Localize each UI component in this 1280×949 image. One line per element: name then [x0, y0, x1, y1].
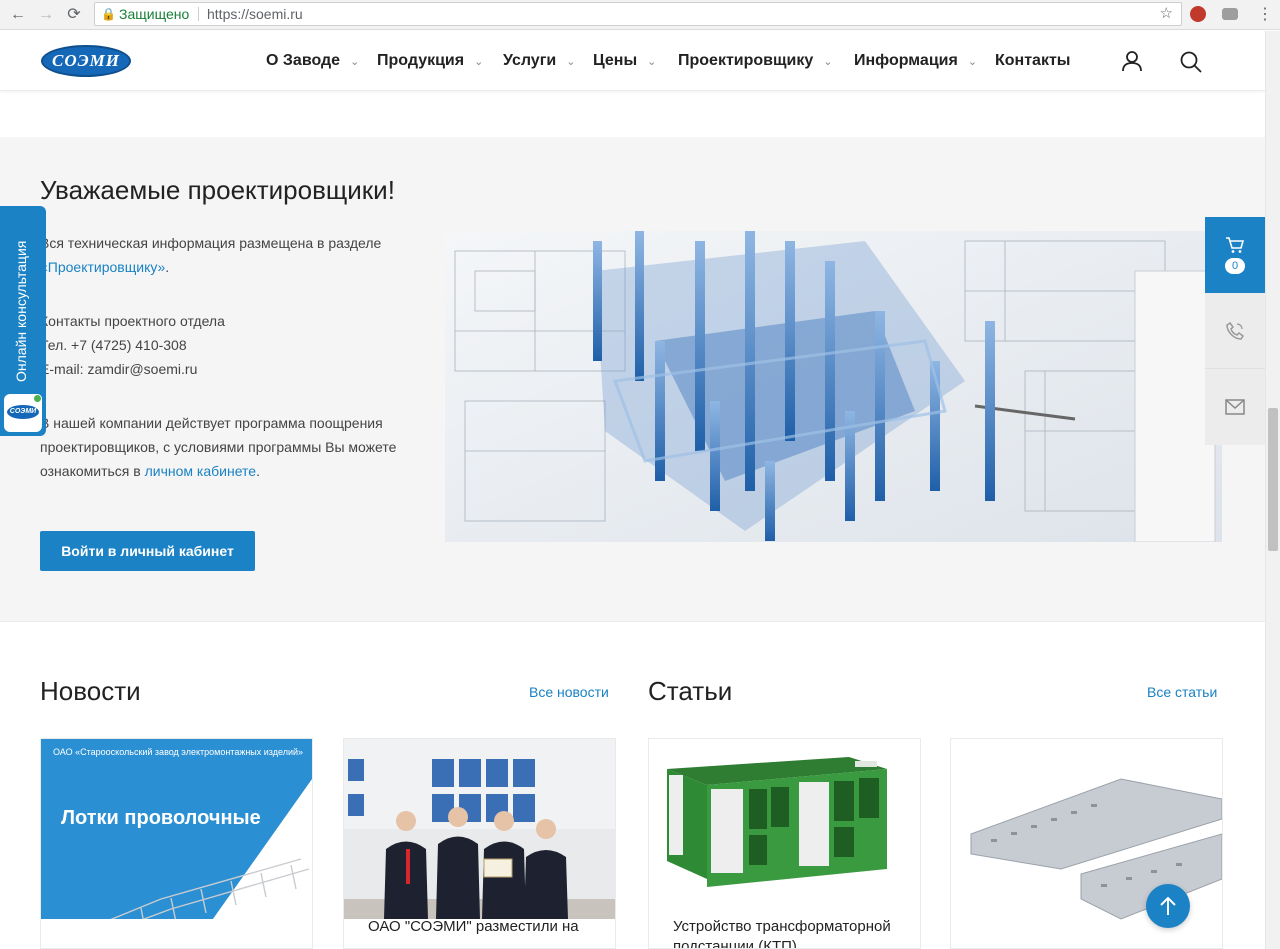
mail-icon — [1225, 399, 1245, 415]
all-articles-link[interactable]: Все статьи — [1147, 684, 1217, 700]
nav-item-services[interactable]: Услуги ⌄ — [503, 52, 575, 70]
article-card[interactable]: Устройство трансформаторной подстанции (… — [648, 738, 921, 949]
program-paragraph: В нашей компании действует программа поо… — [40, 411, 410, 483]
scrollbar-thumb[interactable] — [1268, 408, 1278, 551]
nav-item-info[interactable]: Информация ⌄ — [854, 52, 977, 70]
articles-title: Статьи — [648, 676, 733, 706]
cabinet-link[interactable]: личном кабинете — [145, 463, 256, 479]
news-card[interactable]: ОАО «Старооскольский завод электромонтаж… — [40, 738, 313, 949]
divider — [198, 7, 199, 21]
chevron-down-icon: ⌄ — [967, 56, 978, 68]
contacts-title: Контакты проектного отдела — [40, 313, 225, 329]
section-title: Уважаемые проектировщики! — [40, 175, 395, 205]
contacts-paragraph: Контакты проектного отдела Тел. +7 (4725… — [40, 309, 420, 381]
browser-menu-icon[interactable]: ⋮ — [1257, 5, 1273, 25]
substation-image — [649, 739, 920, 919]
award-photo — [344, 739, 615, 919]
user-icon[interactable] — [1121, 50, 1143, 72]
url-text[interactable]: https://soemi.ru — [207, 3, 303, 25]
mini-logo: СОЭМИ — [7, 405, 39, 419]
nav-label: Контакты — [995, 52, 1071, 69]
designers-section: Уважаемые проектировщики! Вся техническа… — [0, 137, 1265, 622]
nav-item-products[interactable]: Продукция ⌄ — [377, 52, 483, 70]
chevron-down-icon: ⌄ — [350, 56, 360, 68]
email-text: E-mail: zamdir@soemi.ru — [40, 361, 198, 377]
extension-icon[interactable] — [1190, 6, 1206, 22]
news-photo — [344, 739, 615, 919]
nav-item-contacts[interactable]: Контакты — [995, 52, 1070, 70]
chevron-down-icon: ⌄ — [647, 56, 657, 68]
site-header: СОЭМИ О Заводе ⌄ Продукция ⌄ Услуги ⌄ Цены ⌄… — [0, 31, 1265, 91]
bookmark-star-icon[interactable]: ☆ — [1160, 3, 1173, 25]
nav-item-about[interactable]: О Заводе ⌄ — [266, 52, 359, 70]
secure-label: Защищено — [119, 6, 190, 22]
info-end: . — [165, 259, 170, 275]
nav-label: Продукция — [377, 52, 465, 69]
article-caption: Устройство трансформаторной подстанции (… — [673, 918, 891, 949]
cart-button[interactable]: 0 — [1205, 217, 1265, 293]
info-text: Вся техническая информация размещена в р… — [40, 235, 382, 251]
news-title: Новости — [40, 676, 141, 706]
all-news-link[interactable]: Все новости — [529, 684, 609, 700]
nav-label: Информация — [854, 52, 958, 69]
nav-item-prices[interactable]: Цены ⌄ — [593, 52, 656, 70]
chevron-down-icon: ⌄ — [823, 56, 833, 68]
phone-text: Тел. +7 (4725) 410-308 — [40, 337, 187, 353]
online-consult-tab[interactable]: Онлайн консультация СОЭМИ — [0, 206, 46, 436]
nav-label: О Заводе — [266, 52, 341, 69]
login-cabinet-button[interactable]: Войти в личный кабинет — [40, 531, 255, 571]
program-end: . — [256, 463, 260, 479]
chevron-down-icon: ⌄ — [566, 56, 576, 68]
blueprint-illustration — [445, 231, 1222, 542]
arrow-up-icon — [1160, 896, 1176, 915]
designers-link[interactable]: «Проектировщику» — [40, 259, 165, 275]
extension-icon[interactable] — [1222, 8, 1238, 20]
search-icon[interactable] — [1179, 50, 1203, 74]
article-image — [649, 739, 920, 919]
scroll-to-top-button[interactable] — [1146, 884, 1190, 928]
nav-label: Цены — [593, 52, 638, 69]
wire-tray-image — [110, 779, 312, 919]
address-bar[interactable]: 🔒 Защищено https://soemi.ru ☆ — [94, 2, 1182, 26]
cart-icon — [1226, 237, 1245, 253]
logo[interactable]: СОЭМИ — [41, 45, 131, 77]
email-button[interactable] — [1205, 369, 1265, 445]
browser-toolbar: ← → ⟳ 🔒 Защищено https://soemi.ru ☆ ⋮ — [0, 0, 1280, 30]
news-image: ОАО «Старооскольский завод электромонтаж… — [41, 739, 312, 919]
scrollbar[interactable] — [1265, 31, 1280, 949]
nav-label: Услуги — [503, 52, 557, 69]
lock-icon: 🔒 — [101, 7, 116, 21]
logo-text: СОЭМИ — [51, 51, 121, 70]
cart-count-badge: 0 — [1225, 258, 1245, 274]
info-paragraph: Вся техническая информация размещена в р… — [40, 231, 420, 279]
news-card[interactable]: ОАО "СОЭМИ" разместили на — [343, 738, 616, 949]
consult-label: Онлайн консультация — [13, 240, 29, 382]
news-caption: ОАО "СОЭМИ" разместили на — [368, 918, 579, 935]
forward-icon[interactable]: → — [36, 5, 56, 25]
callback-button[interactable] — [1205, 293, 1265, 369]
online-status-dot — [33, 394, 42, 403]
nav-item-designers[interactable]: Проектировщику ⌄ — [678, 52, 832, 70]
reload-icon[interactable]: ⟳ — [64, 5, 84, 25]
phone-icon — [1226, 321, 1245, 340]
nav-label: Проектировщику — [678, 52, 814, 69]
chevron-down-icon: ⌄ — [474, 56, 484, 68]
back-icon[interactable]: ← — [8, 5, 28, 25]
